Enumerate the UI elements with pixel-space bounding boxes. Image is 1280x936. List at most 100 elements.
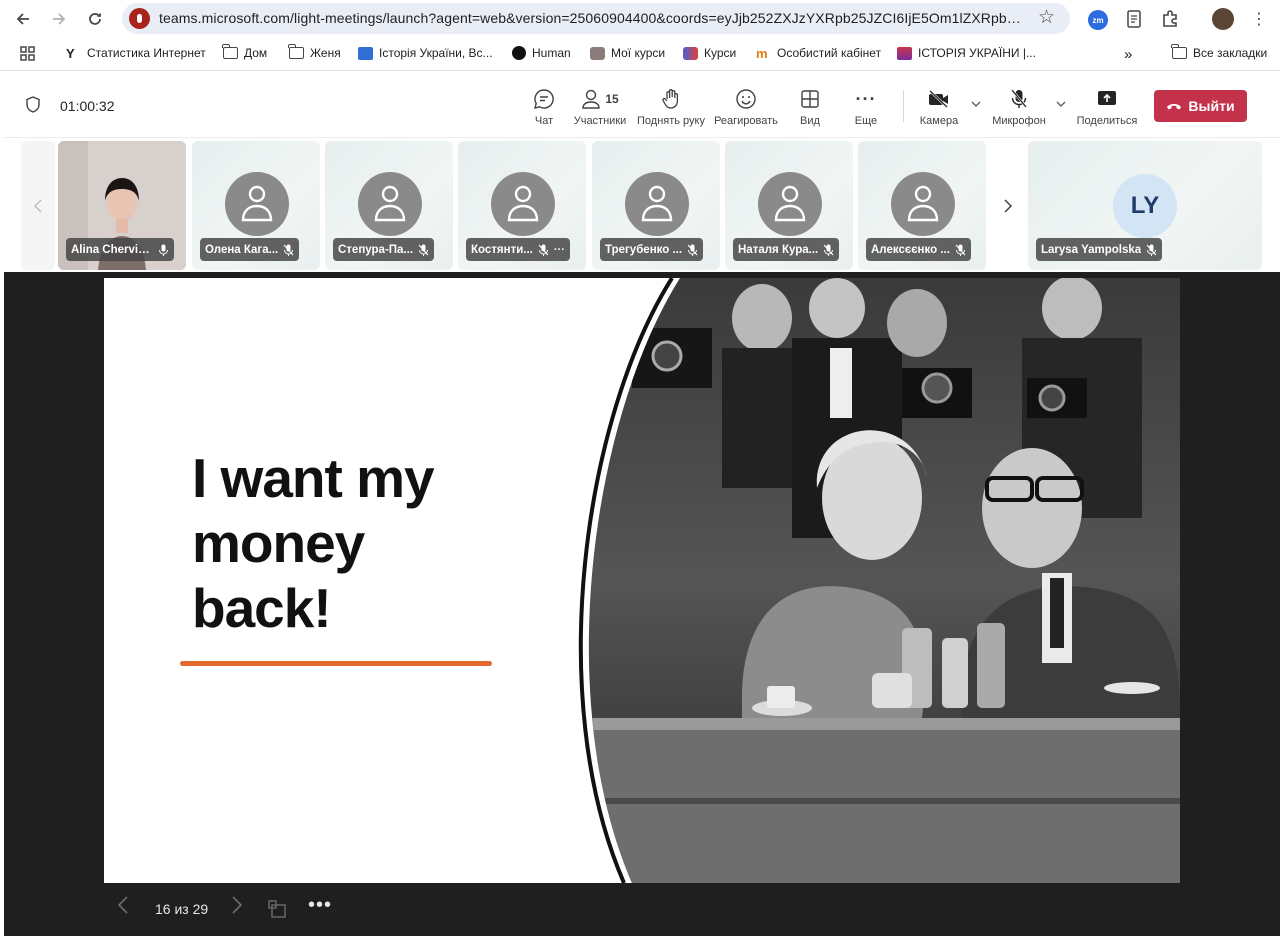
apps-grid-icon[interactable] [20, 46, 35, 61]
mic-recording-icon[interactable] [129, 8, 150, 29]
react-label: Реагировать [714, 115, 778, 127]
participant-tile[interactable]: Alina Chervia... [58, 141, 186, 270]
mic-muted-icon [687, 244, 698, 256]
arrow-right-icon [53, 13, 66, 25]
participant-tile[interactable]: Олена Кага... [192, 141, 320, 270]
folder-icon [222, 44, 238, 59]
classroom-icon [358, 46, 373, 60]
bookmark-label: Дом [244, 46, 268, 60]
next-slide-button[interactable] [231, 896, 243, 920]
raise-hand-label: Поднять руку [637, 115, 705, 127]
more-button[interactable]: ··· Еще [850, 86, 882, 130]
raise-hand-button[interactable]: Поднять руку [635, 86, 707, 130]
browser-menu-icon[interactable]: ⋮ [1247, 7, 1271, 31]
participant-more-icon[interactable]: ··· [554, 244, 565, 256]
participant-name: Костянти... [471, 243, 533, 256]
react-button[interactable]: Реагировать [713, 86, 779, 130]
initials-avatar: LY [1113, 174, 1177, 238]
bookmark-item[interactable]: Мої курси [590, 46, 665, 60]
mic-muted-icon [955, 244, 966, 256]
strip-prev-button[interactable] [21, 141, 55, 270]
course-icon [590, 46, 605, 60]
chevron-right-icon [232, 896, 243, 914]
mic-muted-icon [538, 244, 549, 256]
mic-muted-icon [1146, 244, 1157, 256]
participant-tile[interactable]: Степура-Па... [325, 141, 453, 270]
extensions-puzzle-icon[interactable] [1158, 7, 1182, 31]
meeting-timer: 01:00:32 [60, 98, 115, 114]
bookmark-star-icon[interactable]: ☆ [1038, 6, 1055, 29]
view-button[interactable]: Вид [792, 86, 828, 130]
url-text[interactable]: teams.microsoft.com/light-meetings/launc… [159, 10, 1029, 26]
back-button[interactable] [10, 6, 36, 32]
reload-icon [89, 13, 101, 25]
person-avatar-icon [491, 172, 555, 236]
participant-name: Олена Кага... [205, 243, 279, 256]
mic-off-icon [1011, 89, 1027, 108]
address-bar[interactable]: teams.microsoft.com/light-meetings/launc… [122, 3, 1070, 34]
participant-tile[interactable]: Наталя Кура... [725, 141, 853, 270]
participant-name: Alina Chervia... [71, 243, 153, 256]
participants-strip: Alina Chervia... Олена Кага... Степура-П… [4, 138, 1280, 272]
strip-next-button[interactable] [991, 141, 1025, 270]
participant-tile[interactable]: LY Larysa Yampolska [1028, 141, 1262, 270]
participant-name-tag: Larysa Yampolska [1036, 238, 1163, 261]
all-bookmarks[interactable]: Все закладки [1171, 44, 1267, 60]
bookmarks-overflow-icon[interactable]: » [1124, 46, 1132, 63]
previous-slide-button[interactable] [117, 896, 129, 920]
mic-muted-icon [418, 244, 429, 256]
bookmarks-bar: Y Статистика Интернет Дом Женя Історія У… [0, 38, 1280, 71]
smiley-icon [736, 89, 756, 109]
hang-up-icon [1167, 104, 1182, 110]
person-avatar-icon [758, 172, 822, 236]
participant-name: Алексєєнко ... [871, 243, 950, 256]
bookmark-item[interactable]: Женя [288, 44, 341, 60]
folder-icon [1171, 44, 1187, 59]
mic-label: Микрофон [992, 115, 1046, 127]
slide-grid-icon[interactable] [268, 900, 286, 918]
forward-button[interactable] [46, 6, 72, 32]
participant-name-tag: Олена Кага... [200, 238, 300, 261]
page-icon[interactable] [1122, 7, 1146, 31]
bookmark-item[interactable]: Y Статистика Интернет [66, 46, 206, 60]
share-button[interactable]: Поделиться [1076, 86, 1138, 130]
folder-icon [288, 44, 304, 59]
bookmark-item[interactable]: m Особистий кабінет [756, 46, 881, 60]
toolbar-divider [903, 90, 904, 122]
participants-count: 15 [605, 92, 619, 106]
participant-name-tag: Alina Chervia... [66, 238, 174, 261]
leave-button[interactable]: Выйти [1154, 90, 1247, 122]
chat-label: Чат [534, 115, 554, 127]
camera-options-chevron-icon[interactable] [970, 98, 982, 110]
slide-more-options-icon[interactable]: ••• [308, 894, 332, 917]
zoom-extension-icon[interactable]: zm [1086, 7, 1110, 31]
participants-button[interactable]: 15 Участники [573, 86, 627, 130]
view-label: Вид [800, 115, 820, 127]
participant-tile[interactable]: Алексєєнко ... [858, 141, 986, 270]
participant-name-tag: Трегубенко ... [600, 238, 704, 261]
chat-icon [534, 89, 554, 109]
presentation-slide: I want my money back! [104, 278, 1180, 883]
chevron-left-icon [33, 198, 42, 213]
mic-muted-icon [823, 244, 834, 256]
bookmark-item[interactable]: ІСТОРІЯ УКРАЇНИ |... [897, 46, 1036, 60]
person-avatar-icon [225, 172, 289, 236]
bookmark-item[interactable]: Історія України, Вс... [358, 46, 493, 60]
human-icon [512, 46, 526, 60]
grid-view-icon [801, 90, 819, 108]
bookmark-item[interactable]: Курси [683, 46, 736, 60]
bookmark-label: Статистика Интернет [87, 46, 206, 60]
profile-avatar[interactable] [1211, 7, 1235, 31]
chevron-left-icon [117, 896, 128, 914]
bookmark-item[interactable]: Дом [222, 44, 268, 60]
chat-button[interactable]: Чат [526, 86, 562, 130]
participant-tile[interactable]: Костянти... ··· [458, 141, 586, 270]
mic-icon [159, 244, 168, 256]
participant-tile[interactable]: Трегубенко ... [592, 141, 720, 270]
bookmark-label: Human [532, 46, 571, 60]
mic-options-chevron-icon[interactable] [1055, 98, 1067, 110]
bookmark-item[interactable]: Human [512, 46, 571, 60]
reload-button[interactable] [82, 6, 108, 32]
mic-button[interactable]: Микрофон [992, 86, 1046, 130]
camera-button[interactable]: Камера [916, 86, 962, 130]
